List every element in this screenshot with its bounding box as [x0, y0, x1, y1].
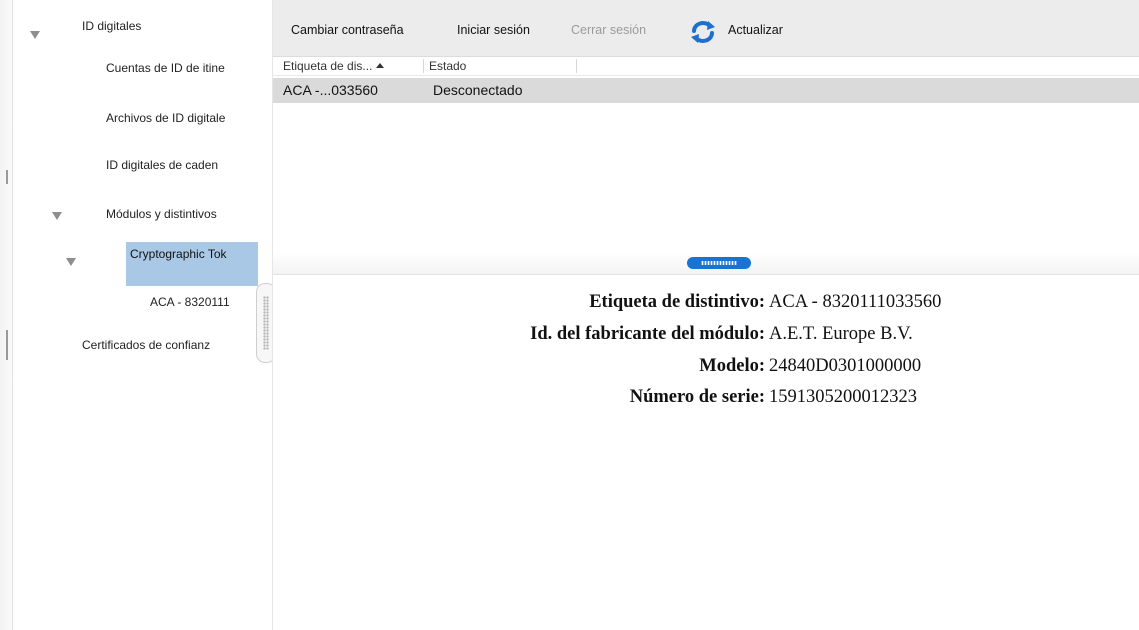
sort-ascending-icon — [376, 63, 385, 69]
cell-badge-label: ACA -...033560 — [283, 82, 378, 98]
sidebar-resize-handle[interactable] — [256, 283, 272, 363]
grip-dots — [701, 261, 737, 265]
login-button[interactable]: Iniciar sesión — [457, 23, 530, 37]
toolbar: Cambiar contraseña Iniciar sesión Cerrar… — [273, 0, 1139, 57]
detail-value: 24840D0301000000 — [769, 356, 922, 376]
detail-row-serial: Número de serie: 1591305200012323 — [273, 384, 1139, 410]
edge-mark — [6, 330, 8, 360]
detail-row-model: Modelo: 24840D0301000000 — [273, 353, 1139, 379]
column-separator[interactable] — [423, 59, 424, 73]
change-password-button[interactable]: Cambiar contraseña — [291, 23, 404, 37]
logout-button[interactable]: Cerrar sesión — [571, 23, 646, 37]
window-left-edge — [0, 0, 13, 630]
sidebar-item-cuentas[interactable]: Cuentas de ID de itine — [106, 56, 260, 80]
sidebar-item-certificados[interactable]: Certificados de confianz — [82, 333, 260, 357]
table-header: Etiqueta de dis... Estado — [273, 57, 1139, 76]
splitter-grip-icon[interactable] — [687, 257, 751, 269]
detail-row-badge-label: Etiqueta de distintivo: ACA - 8320111033… — [273, 289, 1139, 315]
main-panel: Cambiar contraseña Iniciar sesión Cerrar… — [273, 0, 1139, 630]
sidebar-item-archivos[interactable]: Archivos de ID digitale — [106, 106, 260, 130]
detail-value: A.E.T. Europe B.V. — [769, 324, 913, 344]
disclosure-triangle-icon[interactable] — [66, 258, 76, 266]
detail-label: Número de serie: — [629, 387, 765, 407]
disclosure-triangle-icon[interactable] — [30, 31, 40, 39]
refresh-icon[interactable] — [689, 20, 717, 44]
cell-status: Desconectado — [433, 82, 523, 98]
disclosure-triangle-icon[interactable] — [52, 212, 62, 220]
table-row[interactable]: ACA -...033560 Desconectado — [273, 78, 1139, 103]
detail-label: Etiqueta de distintivo: — [589, 292, 765, 312]
detail-label: Modelo: — [699, 356, 765, 376]
refresh-button[interactable]: Actualizar — [728, 23, 783, 37]
column-separator[interactable] — [576, 59, 577, 73]
column-label: Etiqueta de dis... — [283, 59, 373, 73]
pane-splitter[interactable] — [273, 252, 1139, 275]
sidebar-item-aca-badge[interactable]: ACA - 8320111 — [150, 290, 260, 314]
digital-id-manager-window: ID digitales Cuentas de ID de itine Arch… — [0, 0, 1139, 630]
detail-value: 1591305200012323 — [769, 387, 917, 407]
column-header-label[interactable]: Etiqueta de dis... — [283, 57, 385, 75]
sidebar-tree: ID digitales Cuentas de ID de itine Arch… — [0, 0, 273, 630]
sidebar-item-cryptographic-token[interactable]: Cryptographic Tok — [126, 242, 258, 286]
detail-label: Id. del fabricante del módulo: — [530, 324, 765, 344]
detail-value: ACA - 8320111033560 — [769, 292, 942, 312]
sidebar-item-label: Cryptographic Tok — [130, 247, 227, 261]
column-header-status[interactable]: Estado — [429, 57, 466, 75]
edge-mark — [6, 170, 8, 184]
sidebar-item-id-digitales[interactable]: ID digitales — [82, 14, 262, 38]
grip-dots — [263, 296, 269, 350]
detail-row-manufacturer: Id. del fabricante del módulo: A.E.T. Eu… — [273, 321, 1139, 347]
sidebar-item-modulos[interactable]: Módulos y distintivos — [106, 202, 260, 226]
sidebar-item-cadena[interactable]: ID digitales de caden — [106, 153, 260, 177]
